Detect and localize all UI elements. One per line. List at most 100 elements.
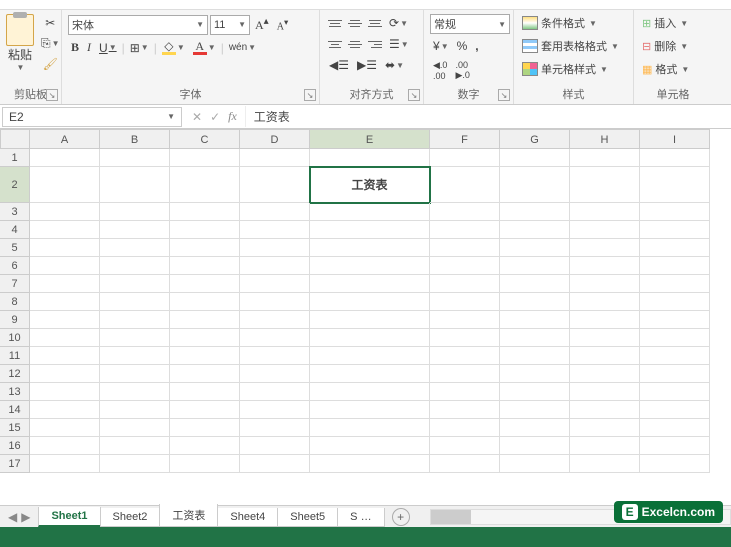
cell[interactable] xyxy=(310,329,430,347)
name-box[interactable]: E2 ▼ xyxy=(2,107,182,127)
cell[interactable] xyxy=(640,311,710,329)
cell[interactable] xyxy=(500,257,570,275)
accept-formula-button[interactable]: ✓ xyxy=(210,110,220,124)
cell[interactable] xyxy=(500,293,570,311)
row-header[interactable]: 17 xyxy=(0,455,30,473)
cell[interactable] xyxy=(240,329,310,347)
cell[interactable] xyxy=(500,221,570,239)
cell[interactable] xyxy=(310,365,430,383)
formula-input[interactable]: 工资表 xyxy=(245,106,731,127)
fx-icon[interactable]: fx xyxy=(228,109,237,124)
cut-button[interactable]: ✂ xyxy=(38,14,63,32)
percent-button[interactable]: % xyxy=(454,37,471,55)
cell[interactable] xyxy=(240,311,310,329)
column-header[interactable]: H xyxy=(570,129,640,149)
cell[interactable] xyxy=(170,383,240,401)
cell[interactable] xyxy=(100,149,170,167)
align-top-button[interactable] xyxy=(326,15,344,31)
underline-button[interactable]: U▼ xyxy=(96,39,120,57)
cell[interactable] xyxy=(240,347,310,365)
copy-button[interactable]: ⎘▼ xyxy=(38,34,63,53)
cell[interactable] xyxy=(170,365,240,383)
align-bottom-button[interactable] xyxy=(366,15,384,31)
cell[interactable] xyxy=(640,221,710,239)
cell[interactable] xyxy=(30,275,100,293)
cell[interactable] xyxy=(170,419,240,437)
cell[interactable] xyxy=(430,311,500,329)
cell[interactable] xyxy=(500,167,570,203)
cell[interactable] xyxy=(310,203,430,221)
cell[interactable] xyxy=(570,203,640,221)
cell[interactable] xyxy=(30,401,100,419)
cell[interactable] xyxy=(240,455,310,473)
cell[interactable] xyxy=(430,239,500,257)
row-header[interactable]: 15 xyxy=(0,419,30,437)
cell[interactable] xyxy=(30,383,100,401)
phonetic-button[interactable]: wén▼ xyxy=(226,40,259,55)
cell[interactable] xyxy=(500,383,570,401)
paste-button[interactable]: 粘贴 ▼ xyxy=(6,14,34,73)
column-header[interactable]: C xyxy=(170,129,240,149)
cell[interactable] xyxy=(170,239,240,257)
row-header[interactable]: 6 xyxy=(0,257,30,275)
column-header[interactable]: I xyxy=(640,129,710,149)
cancel-formula-button[interactable]: ✕ xyxy=(192,110,202,124)
cell[interactable] xyxy=(570,455,640,473)
cells-area[interactable]: 工资表 xyxy=(30,149,731,473)
dialog-launcher[interactable]: ↘ xyxy=(304,89,316,101)
row-header[interactable]: 2 xyxy=(0,167,30,203)
cell[interactable] xyxy=(310,239,430,257)
column-header[interactable]: B xyxy=(100,129,170,149)
cell[interactable] xyxy=(430,401,500,419)
cell[interactable] xyxy=(240,401,310,419)
increase-decimal-button[interactable]: ◀.0.00 xyxy=(430,58,450,83)
cell[interactable] xyxy=(570,221,640,239)
cell[interactable] xyxy=(170,149,240,167)
column-header[interactable]: G xyxy=(500,129,570,149)
font-color-button[interactable]: A▼ xyxy=(190,38,219,57)
cell[interactable] xyxy=(100,347,170,365)
cell[interactable] xyxy=(30,437,100,455)
cell[interactable] xyxy=(570,401,640,419)
decrease-decimal-button[interactable]: .00▶.0 xyxy=(452,58,472,83)
sheet-next-button[interactable]: ▶ xyxy=(21,510,30,524)
cell[interactable] xyxy=(30,365,100,383)
cell[interactable] xyxy=(100,275,170,293)
insert-cells-button[interactable]: ⊞ 插入 ▼ xyxy=(640,14,706,32)
row-header[interactable]: 14 xyxy=(0,401,30,419)
decrease-font-button[interactable]: A▾ xyxy=(274,15,291,34)
cell[interactable] xyxy=(310,401,430,419)
increase-indent-button[interactable]: ▶☰ xyxy=(354,56,380,74)
border-button[interactable]: ⊞▼ xyxy=(127,39,152,57)
sheet-prev-button[interactable]: ◀ xyxy=(8,510,17,524)
cell[interactable] xyxy=(240,167,310,203)
cell[interactable] xyxy=(500,419,570,437)
cell[interactable] xyxy=(430,347,500,365)
cell[interactable] xyxy=(430,293,500,311)
cell[interactable] xyxy=(310,149,430,167)
cell[interactable] xyxy=(640,401,710,419)
cell[interactable] xyxy=(640,239,710,257)
cell[interactable] xyxy=(500,347,570,365)
cell[interactable] xyxy=(570,437,640,455)
cell[interactable] xyxy=(430,149,500,167)
cell[interactable] xyxy=(640,275,710,293)
cell[interactable] xyxy=(240,293,310,311)
align-middle-button[interactable] xyxy=(346,15,364,31)
cell[interactable] xyxy=(100,437,170,455)
cell[interactable] xyxy=(100,203,170,221)
row-header[interactable]: 8 xyxy=(0,293,30,311)
sheet-tab[interactable]: Sheet5 xyxy=(277,508,338,527)
cell[interactable] xyxy=(310,311,430,329)
cell[interactable] xyxy=(170,257,240,275)
cell[interactable] xyxy=(500,275,570,293)
row-header[interactable]: 4 xyxy=(0,221,30,239)
cell[interactable] xyxy=(640,149,710,167)
align-right-button[interactable] xyxy=(366,36,384,52)
cell[interactable] xyxy=(100,221,170,239)
cell[interactable] xyxy=(310,293,430,311)
number-format-dropdown[interactable]: 常规 ▼ xyxy=(430,14,510,34)
cell[interactable] xyxy=(430,455,500,473)
cell[interactable] xyxy=(310,347,430,365)
column-header[interactable]: E xyxy=(310,129,430,149)
